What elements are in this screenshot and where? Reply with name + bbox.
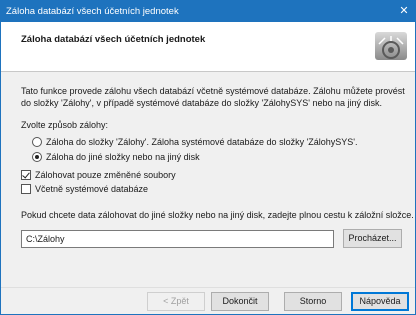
backup-path-input[interactable]: C:\Zálohy bbox=[21, 230, 334, 248]
gear-wizard-icon bbox=[375, 32, 407, 60]
backup-dialog: Záloha databází všech účetních jednotek … bbox=[0, 0, 416, 315]
radio-backup-default[interactable] bbox=[32, 137, 42, 147]
wizard-content: Tato funkce provede zálohu všech databáz… bbox=[1, 73, 415, 285]
checkbox-include-system-label[interactable]: Včetně systémové databáze bbox=[35, 184, 148, 194]
checkbox-changed-only-label[interactable]: Zálohovat pouze změněné soubory bbox=[35, 170, 176, 180]
wizard-header: Záloha databází všech účetních jednotek bbox=[1, 22, 415, 72]
checkbox-include-system[interactable] bbox=[21, 184, 31, 194]
browse-button[interactable]: Procházet... bbox=[343, 229, 402, 248]
radio-backup-default-label[interactable]: Záloha do složky 'Zálohy'. Záloha systém… bbox=[46, 137, 358, 147]
backup-mode-label: Zvolte způsob zálohy: bbox=[21, 120, 109, 130]
close-icon[interactable]: ✕ bbox=[393, 1, 415, 22]
intro-line-2: do složky 'Zálohy', v případě systémové … bbox=[21, 98, 383, 108]
cancel-button[interactable]: Storno bbox=[284, 292, 342, 311]
finish-button[interactable]: Dokončit bbox=[211, 292, 269, 311]
path-hint: Pokud chcete data zálohovat do jiné slož… bbox=[21, 210, 414, 220]
help-button[interactable]: Nápověda bbox=[351, 292, 409, 311]
intro-line-1: Tato funkce provede zálohu všech databáz… bbox=[21, 86, 405, 96]
footer-divider bbox=[1, 287, 415, 288]
checkbox-changed-only[interactable] bbox=[21, 170, 31, 180]
window-title: Záloha databází všech účetních jednotek bbox=[6, 6, 179, 17]
back-button[interactable]: < Zpět bbox=[147, 292, 205, 311]
title-bar[interactable]: Záloha databází všech účetních jednotek … bbox=[1, 1, 415, 22]
radio-backup-custom[interactable] bbox=[32, 152, 42, 162]
radio-backup-custom-label[interactable]: Záloha do jiné složky nebo na jiný disk bbox=[46, 152, 200, 162]
header-title: Záloha databází všech účetních jednotek bbox=[21, 34, 206, 45]
